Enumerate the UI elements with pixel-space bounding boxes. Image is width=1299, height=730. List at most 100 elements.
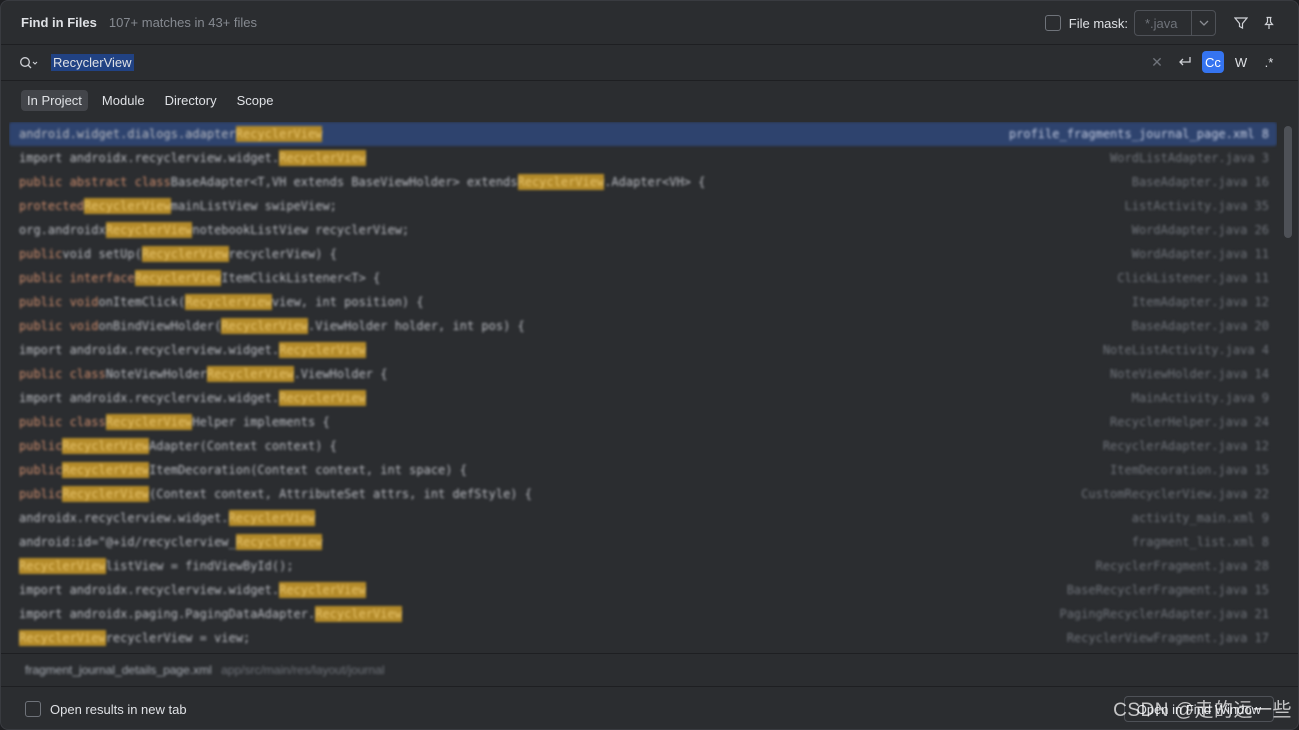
result-code: onItemClick(	[98, 295, 186, 309]
result-row[interactable]: public abstract class BaseAdapter<T,VH e…	[9, 170, 1277, 194]
result-match-highlight: RecyclerView	[62, 438, 150, 454]
result-file-location: profile_fragments_journal_page.xml 8	[1008, 127, 1269, 141]
result-file-location: WordAdapter.java 26	[1131, 223, 1269, 237]
result-row[interactable]: import androidx.recyclerview.widget. Recy…	[9, 338, 1277, 362]
result-suffix: listView = findViewById();	[105, 559, 294, 573]
tab-module[interactable]: Module	[96, 90, 151, 111]
result-prefix: androidx.recyclerview.widget.	[19, 511, 229, 525]
result-match-highlight: RecyclerView	[62, 486, 150, 502]
result-suffix: ItemDecoration(Context context, int spac…	[149, 463, 467, 477]
scope-tabs: In Project Module Directory Scope	[21, 90, 279, 111]
result-match-highlight: RecyclerView	[235, 126, 323, 142]
tab-in-project[interactable]: In Project	[21, 90, 88, 111]
result-code: BaseAdapter<T,VH extends BaseViewHolder>…	[170, 175, 518, 189]
file-mask-label: File mask:	[1068, 15, 1128, 31]
result-match-highlight: RecyclerView	[19, 558, 106, 574]
result-row[interactable]: public class RecyclerView Helper implemen…	[9, 410, 1277, 434]
open-new-tab-checkbox[interactable]	[25, 701, 41, 717]
result-keyword: public	[19, 247, 63, 261]
result-row[interactable]: public void setUp(RecyclerView recyclerV…	[9, 242, 1277, 266]
preview-directory: app/src/main/res/layout/journal	[221, 663, 385, 677]
result-row[interactable]: org.androidx RecyclerView notebookListVie…	[9, 218, 1277, 242]
find-in-files-dialog: Find in Files 107+ matches in 43+ files …	[0, 0, 1299, 730]
open-new-tab-label[interactable]: Open results in new tab	[50, 702, 187, 717]
result-prefix: import androidx.recyclerview.widget.	[19, 151, 280, 165]
result-row[interactable]: public RecyclerView ItemDecoration(Contex…	[9, 458, 1277, 482]
result-match-highlight: RecyclerView	[105, 222, 193, 238]
file-mask-checkbox[interactable]	[1044, 15, 1061, 31]
result-keyword: public abstract class	[19, 175, 171, 189]
dialog-footer: Open results in new tab Open in Find Win…	[1, 686, 1298, 729]
result-row[interactable]: public RecyclerView (Context context, Att…	[9, 482, 1277, 506]
results-list: android.widget.dialogs.adapter RecyclerV…	[9, 122, 1277, 649]
result-file-location: ItemDecoration.java 15	[1110, 463, 1269, 477]
preview-file-path: fragment_journal_details_page.xml app/sr…	[25, 663, 385, 677]
result-row[interactable]: public RecyclerView Adapter(Context conte…	[9, 434, 1277, 458]
file-mask-value[interactable]: *.java	[1135, 16, 1191, 31]
result-file-location: activity_main.xml 9	[1131, 511, 1269, 525]
new-line-icon[interactable]	[1174, 51, 1196, 73]
result-match-highlight: RecyclerView	[19, 630, 106, 646]
result-keyword: public	[19, 463, 63, 477]
result-row[interactable]: public interface RecyclerView ItemClickLi…	[9, 266, 1277, 290]
result-row[interactable]: import androidx.recyclerview.widget. Recy…	[9, 146, 1277, 170]
result-file-location: PagingRecyclerAdapter.java 21	[1059, 607, 1269, 621]
result-match-highlight: RecyclerView	[185, 294, 272, 310]
result-row[interactable]: android:id="@+id/recyclerview_ RecyclerVi…	[9, 530, 1277, 554]
result-code: onBindViewHolder(	[98, 319, 222, 333]
search-options: ✕ Cc W .*	[1146, 51, 1280, 73]
result-row[interactable]: RecyclerView recyclerView = view; Recycle…	[9, 626, 1277, 649]
result-match-highlight: RecyclerView	[279, 342, 366, 358]
result-row[interactable]: protected RecyclerView mainListView swipe…	[9, 194, 1277, 218]
clear-search-icon[interactable]: ✕	[1146, 51, 1168, 73]
result-suffix: .Adapter<VH> {	[604, 175, 706, 189]
result-suffix: (Context context, AttributeSet attrs, in…	[149, 487, 532, 501]
result-file-location: WordAdapter.java 11	[1131, 247, 1269, 261]
result-file-location: ClickListener.java 11	[1117, 271, 1269, 285]
regex-toggle[interactable]: .*	[1258, 51, 1280, 73]
result-file-location: BaseAdapter.java 20	[1131, 319, 1269, 333]
result-suffix: mainListView swipeView;	[170, 199, 337, 213]
result-row[interactable]: public class NoteViewHolder RecyclerView…	[9, 362, 1277, 386]
result-row[interactable]: import androidx.recyclerview.widget. Recy…	[9, 578, 1277, 602]
result-code: void setUp(	[62, 247, 142, 261]
result-suffix: Adapter(Context context) {	[149, 439, 337, 453]
result-row[interactable]: androidx.recyclerview.widget. RecyclerVie…	[9, 506, 1277, 530]
result-file-location: BaseAdapter.java 16	[1131, 175, 1269, 189]
result-keyword: public class	[19, 415, 106, 429]
chevron-down-icon[interactable]	[1191, 11, 1215, 35]
result-row[interactable]: public void onItemClick(RecyclerView vie…	[9, 290, 1277, 314]
tab-directory[interactable]: Directory	[159, 90, 223, 111]
search-input[interactable]: RecyclerView	[51, 54, 134, 71]
result-file-location: ItemAdapter.java 12	[1131, 295, 1269, 309]
match-case-toggle[interactable]: Cc	[1202, 51, 1224, 73]
result-suffix: .ViewHolder holder, int pos) {	[308, 319, 525, 333]
result-row[interactable]: public void onBindViewHolder(RecyclerVie…	[9, 314, 1277, 338]
result-row[interactable]: import androidx.paging.PagingDataAdapter…	[9, 602, 1277, 626]
file-mask-combo[interactable]: *.java	[1134, 10, 1216, 36]
filter-icon[interactable]	[1230, 12, 1252, 34]
result-row[interactable]: android.widget.dialogs.adapter RecyclerV…	[9, 122, 1277, 146]
search-icon[interactable]	[19, 52, 41, 74]
result-keyword: public void	[19, 319, 99, 333]
result-keyword: public	[19, 487, 63, 501]
result-row[interactable]: RecyclerView listView = findViewById(); R…	[9, 554, 1277, 578]
words-toggle[interactable]: W	[1230, 51, 1252, 73]
pin-icon[interactable]	[1258, 12, 1280, 34]
header-controls: File mask: *.java	[1044, 10, 1280, 36]
result-file-location: NoteViewHolder.java 14	[1110, 367, 1269, 381]
preview-file-name: fragment_journal_details_page.xml	[25, 663, 212, 677]
result-file-location: RecyclerViewFragment.java 17	[1066, 631, 1269, 645]
result-code: NoteViewHolder	[105, 367, 207, 381]
result-match-highlight: RecyclerView	[315, 606, 402, 622]
preview-divider[interactable]	[1, 653, 1298, 654]
tab-scope[interactable]: Scope	[231, 90, 280, 111]
result-row[interactable]: import androidx.recyclerview.widget. Recy…	[9, 386, 1277, 410]
result-suffix: view, int position) {	[271, 295, 424, 309]
result-file-location: WordListAdapter.java 3	[1110, 151, 1269, 165]
results-scrollbar[interactable]	[1284, 126, 1292, 238]
result-match-highlight: RecyclerView	[206, 366, 294, 382]
result-match-highlight: RecyclerView	[62, 462, 150, 478]
result-prefix: import androidx.recyclerview.widget.	[19, 583, 280, 597]
result-keyword: public void	[19, 295, 99, 309]
